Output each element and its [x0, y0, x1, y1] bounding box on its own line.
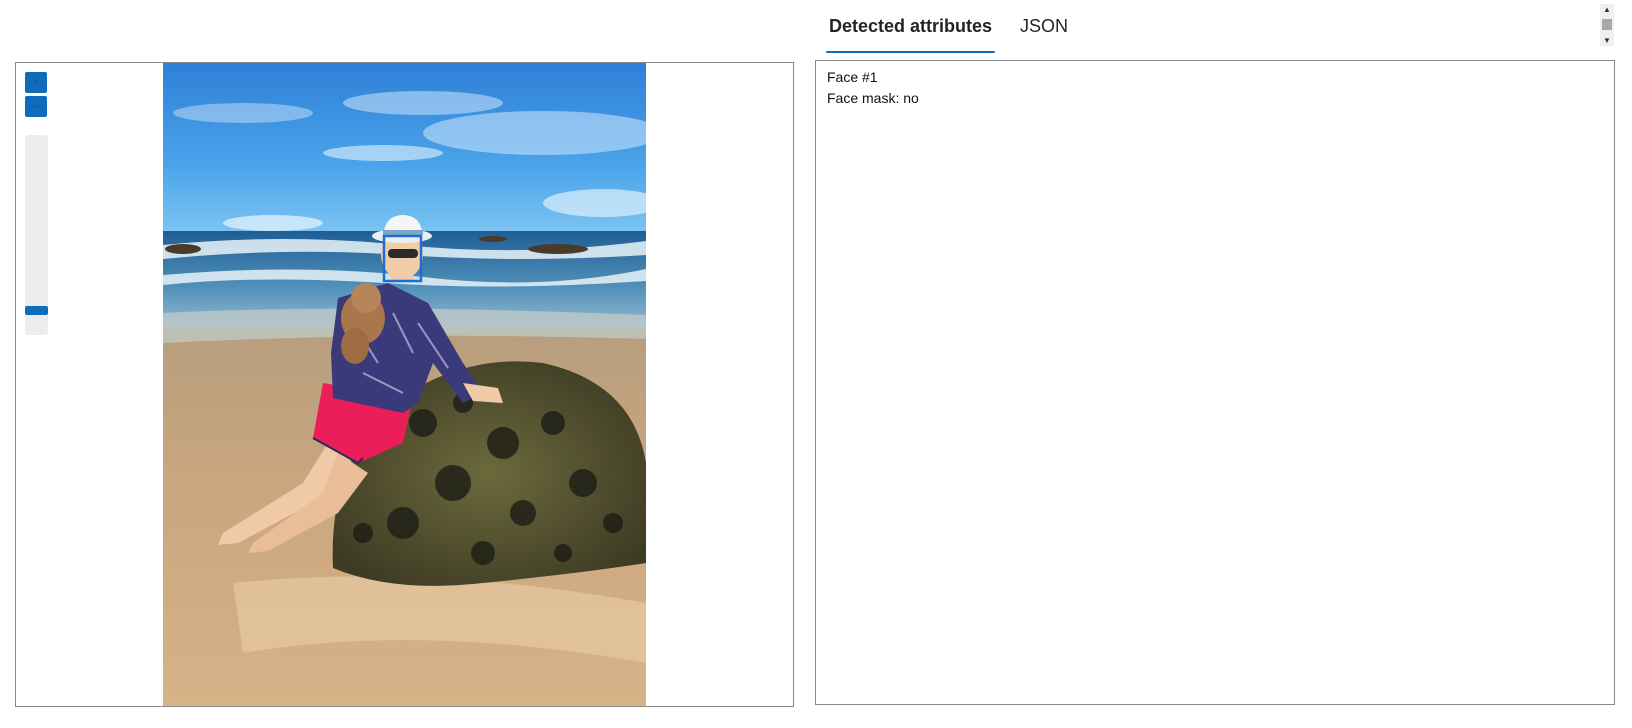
minus-icon: −	[32, 99, 40, 113]
zoom-slider[interactable]	[25, 135, 48, 335]
tab-detected-attributes[interactable]: Detected attributes	[826, 10, 996, 53]
result-tabs: Detected attributes JSON	[826, 10, 1071, 53]
detected-attributes-panel: Face #1 Face mask: no	[815, 60, 1615, 705]
plus-icon: +	[32, 75, 40, 89]
scrollbar-thumb[interactable]	[1602, 19, 1612, 30]
face-detection-page: + − Detected attributes JSON ▲ ▼ Face #1…	[0, 0, 1632, 728]
analyzed-photo	[163, 63, 646, 706]
caret-up-icon[interactable]: ▲	[1600, 4, 1614, 15]
face-mask-attribute: Face mask: no	[827, 90, 919, 106]
panel-scrollbar[interactable]: ▲ ▼	[1600, 4, 1614, 46]
zoom-slider-thumb[interactable]	[25, 306, 48, 315]
image-viewer[interactable]: + −	[15, 62, 794, 707]
caret-down-icon[interactable]: ▼	[1600, 35, 1614, 46]
face-label: Face #1	[827, 69, 878, 85]
zoom-in-button[interactable]: +	[25, 72, 47, 93]
zoom-out-button[interactable]: −	[25, 96, 47, 117]
tab-json[interactable]: JSON	[1017, 10, 1071, 48]
